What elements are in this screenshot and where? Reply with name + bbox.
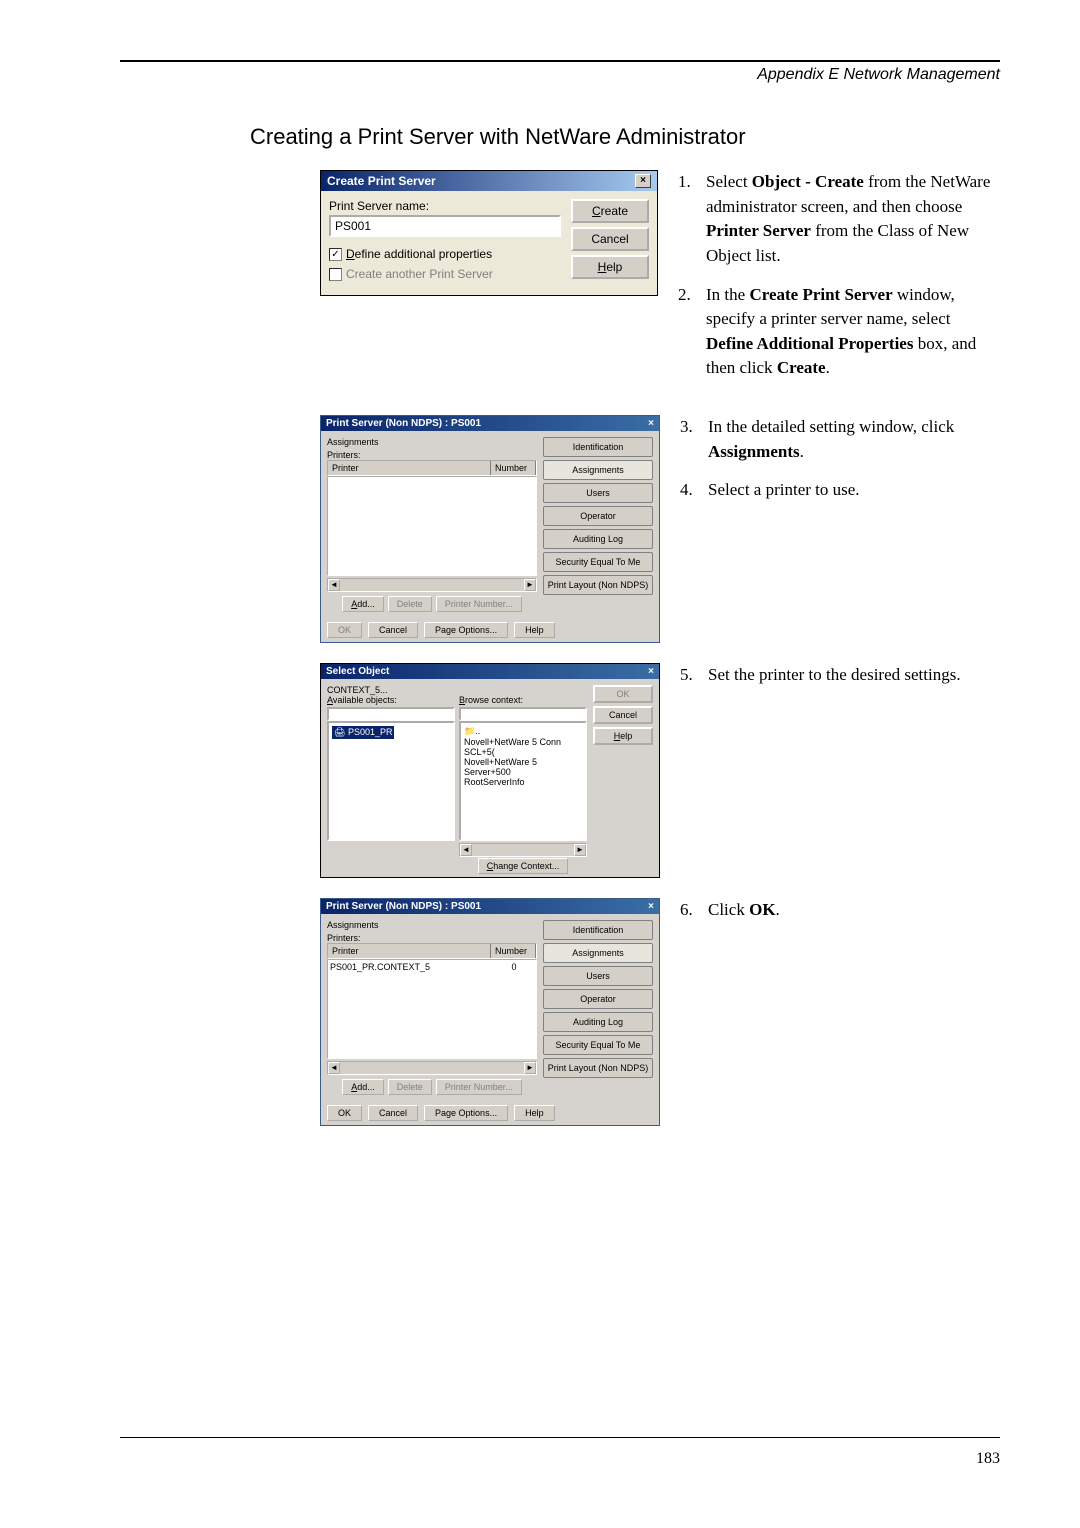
column-number: Number bbox=[491, 944, 536, 958]
horizontal-scrollbar[interactable]: ◄► bbox=[327, 578, 537, 592]
help-button[interactable]: Help bbox=[593, 727, 653, 745]
available-objects-label: Available objects: bbox=[327, 695, 455, 705]
page-options-button[interactable]: Page Options... bbox=[424, 622, 508, 638]
tab-printlayout[interactable]: Print Layout (Non NDPS) bbox=[543, 1058, 653, 1078]
step-text: Select a printer to use. bbox=[708, 478, 1000, 503]
cancel-button[interactable]: Cancel bbox=[593, 706, 653, 724]
add-button[interactable]: Add... bbox=[342, 596, 384, 612]
list-item[interactable]: Novell+NetWare 5 Conn SCL+5( bbox=[464, 737, 582, 757]
print-server-assignments-filled-dialog: Print Server (Non NDPS) : PS001 × Assign… bbox=[320, 898, 660, 1126]
horizontal-scrollbar[interactable]: ◄► bbox=[327, 1061, 537, 1075]
step-number: 4. bbox=[680, 478, 708, 503]
tab-operator[interactable]: Operator bbox=[543, 506, 653, 526]
tab-security[interactable]: Security Equal To Me bbox=[543, 552, 653, 572]
available-objects-list[interactable]: 🖨 PS001_PR bbox=[327, 721, 455, 841]
create-another-label: Create another Print Server bbox=[346, 267, 493, 281]
tab-printlayout[interactable]: Print Layout (Non NDPS) bbox=[543, 575, 653, 595]
dialog-titlebar: Print Server (Non NDPS) : PS001 × bbox=[321, 416, 659, 431]
ok-button[interactable]: OK bbox=[593, 685, 653, 703]
tab-auditing[interactable]: Auditing Log bbox=[543, 529, 653, 549]
print-server-name-label: Print Server name: bbox=[329, 199, 561, 213]
printers-listbox[interactable] bbox=[327, 476, 537, 576]
dialog-titlebar: Select Object × bbox=[321, 664, 659, 679]
define-additional-label: Define additional properties bbox=[346, 247, 492, 261]
create-print-server-dialog: Create Print Server × Print Server name:… bbox=[320, 170, 658, 296]
tree-up-icon[interactable]: 📁.. bbox=[464, 726, 582, 737]
list-item[interactable]: RootServerInfo bbox=[464, 777, 582, 787]
printer-number-button[interactable]: Printer Number... bbox=[436, 1079, 522, 1095]
dialog-title: Print Server (Non NDPS) : PS001 bbox=[326, 901, 481, 912]
dialog-title: Print Server (Non NDPS) : PS001 bbox=[326, 418, 481, 429]
step-text: In the detailed setting window, click As… bbox=[708, 415, 1000, 464]
tab-assignments[interactable]: Assignments bbox=[543, 943, 653, 963]
close-icon[interactable]: × bbox=[648, 666, 654, 677]
section-title: Creating a Print Server with NetWare Adm… bbox=[250, 124, 1000, 150]
column-number: Number bbox=[491, 461, 536, 475]
step-text: Set the printer to the desired settings. bbox=[708, 663, 1000, 688]
step-number: 3. bbox=[680, 415, 708, 464]
print-server-assignments-dialog: Print Server (Non NDPS) : PS001 × Assign… bbox=[320, 415, 660, 643]
column-printer: Printer bbox=[328, 944, 491, 958]
column-printer: Printer bbox=[328, 461, 491, 475]
step-number: 1. bbox=[678, 170, 706, 269]
dialog-title: Select Object bbox=[326, 666, 389, 677]
step-number: 5. bbox=[680, 663, 708, 688]
ok-button[interactable]: OK bbox=[327, 1105, 362, 1121]
cancel-button[interactable]: Cancel bbox=[368, 1105, 418, 1121]
tab-security[interactable]: Security Equal To Me bbox=[543, 1035, 653, 1055]
close-icon[interactable]: × bbox=[648, 901, 654, 912]
page-number: 183 bbox=[976, 1450, 1000, 1468]
tab-users[interactable]: Users bbox=[543, 966, 653, 986]
step-text: Select Object - Create from the NetWare … bbox=[706, 170, 1000, 269]
change-context-button[interactable]: Change Context... bbox=[478, 858, 569, 874]
add-button[interactable]: Add... bbox=[342, 1079, 384, 1095]
dialog-title: Create Print Server bbox=[327, 174, 436, 188]
dialog-titlebar: Create Print Server × bbox=[321, 171, 657, 191]
close-icon[interactable]: × bbox=[635, 174, 651, 188]
tab-users[interactable]: Users bbox=[543, 483, 653, 503]
printers-label: Printers: bbox=[327, 933, 537, 943]
browse-context-list[interactable]: 📁.. Novell+NetWare 5 Conn SCL+5( Novell+… bbox=[459, 721, 587, 841]
help-button[interactable]: Help bbox=[514, 622, 555, 638]
help-button[interactable]: Help bbox=[514, 1105, 555, 1121]
create-another-checkbox[interactable] bbox=[329, 268, 342, 281]
header-rule bbox=[120, 60, 1000, 62]
tab-assignments[interactable]: Assignments bbox=[543, 460, 653, 480]
printers-listbox[interactable]: PS001_PR.CONTEXT_5 0 bbox=[327, 959, 537, 1059]
tab-auditing[interactable]: Auditing Log bbox=[543, 1012, 653, 1032]
step-number: 6. bbox=[680, 898, 708, 923]
step-text: Click OK. bbox=[708, 898, 1000, 923]
page-options-button[interactable]: Page Options... bbox=[424, 1105, 508, 1121]
assignments-tab-label: Assignments bbox=[327, 437, 537, 447]
delete-button[interactable]: Delete bbox=[388, 1079, 432, 1095]
printer-number-button[interactable]: Printer Number... bbox=[436, 596, 522, 612]
print-server-name-input[interactable] bbox=[329, 215, 561, 237]
close-icon[interactable]: × bbox=[648, 418, 654, 429]
define-additional-checkbox[interactable]: ✓ bbox=[329, 248, 342, 261]
help-button[interactable]: Help bbox=[571, 255, 649, 279]
step-text: In the Create Print Server window, speci… bbox=[706, 283, 1000, 382]
context-label: CONTEXT_5... bbox=[327, 685, 587, 695]
horizontal-scrollbar[interactable]: ◄► bbox=[459, 843, 587, 857]
tab-identification[interactable]: Identification bbox=[543, 920, 653, 940]
header-appendix: Appendix E Network Management bbox=[120, 66, 1000, 84]
ok-button[interactable]: OK bbox=[327, 622, 362, 638]
list-item[interactable]: 🖨 PS001_PR bbox=[332, 726, 394, 739]
printers-label: Printers: bbox=[327, 450, 537, 460]
delete-button[interactable]: Delete bbox=[388, 596, 432, 612]
footer-rule bbox=[120, 1437, 1000, 1438]
step-number: 2. bbox=[678, 283, 706, 382]
cancel-button[interactable]: Cancel bbox=[368, 622, 418, 638]
list-item[interactable]: Novell+NetWare 5 Server+500 bbox=[464, 757, 582, 777]
assignments-tab-label: Assignments bbox=[327, 920, 537, 930]
tab-identification[interactable]: Identification bbox=[543, 437, 653, 457]
browse-context-label: Browse context: bbox=[459, 695, 587, 705]
cancel-button[interactable]: Cancel bbox=[571, 227, 649, 251]
table-row-number: 0 bbox=[494, 962, 534, 972]
select-object-dialog: Select Object × CONTEXT_5... Available o… bbox=[320, 663, 660, 878]
dialog-titlebar: Print Server (Non NDPS) : PS001 × bbox=[321, 899, 659, 914]
tab-operator[interactable]: Operator bbox=[543, 989, 653, 1009]
create-button[interactable]: Create bbox=[571, 199, 649, 223]
table-row-printer[interactable]: PS001_PR.CONTEXT_5 bbox=[330, 962, 494, 972]
